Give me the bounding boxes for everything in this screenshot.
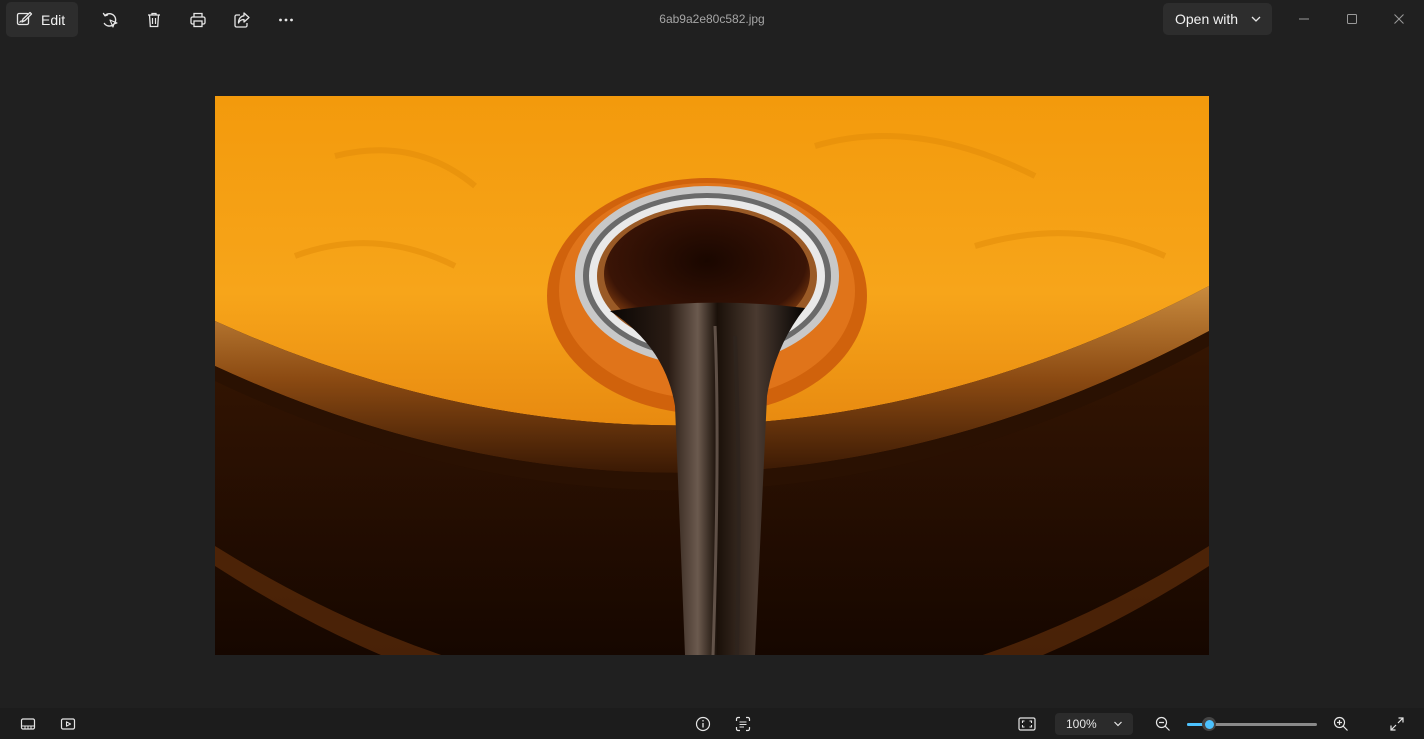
- info-icon: [695, 716, 711, 732]
- print-button[interactable]: [182, 4, 214, 36]
- photo-display[interactable]: [215, 96, 1209, 655]
- open-with-button[interactable]: Open with: [1163, 3, 1272, 35]
- fullscreen-icon: [1390, 717, 1404, 731]
- scan-text-button[interactable]: [729, 711, 757, 737]
- fullscreen-button[interactable]: [1383, 711, 1411, 737]
- zoom-level-dropdown[interactable]: 100%: [1055, 713, 1133, 735]
- zoom-slider-thumb[interactable]: [1202, 717, 1217, 731]
- edit-icon: [16, 11, 33, 26]
- close-button[interactable]: [1376, 0, 1422, 38]
- slideshow-icon: [60, 718, 76, 730]
- edit-button[interactable]: Edit: [6, 2, 78, 37]
- share-icon: [234, 12, 250, 28]
- slideshow-button[interactable]: [54, 711, 82, 737]
- filmstrip-button[interactable]: [14, 711, 42, 737]
- maximize-icon: [1347, 14, 1357, 24]
- zoom-in-button[interactable]: [1327, 711, 1355, 737]
- filmstrip-icon: [20, 718, 36, 730]
- zoom-out-button[interactable]: [1149, 711, 1177, 737]
- print-icon: [190, 12, 206, 28]
- fit-to-window-button[interactable]: [1013, 711, 1041, 737]
- maximize-button[interactable]: [1329, 0, 1375, 38]
- chevron-down-icon: [1114, 721, 1122, 727]
- oil-barrel-image: [215, 96, 1209, 655]
- more-icon: [279, 18, 293, 22]
- share-button[interactable]: [226, 4, 258, 36]
- title-bar: Edit 6ab9a2e80c582.jpg Open with: [0, 0, 1424, 40]
- scan-text-icon: [735, 716, 751, 732]
- zoom-out-icon: [1155, 716, 1170, 731]
- close-icon: [1394, 14, 1404, 24]
- more-options-button[interactable]: [270, 4, 302, 36]
- minimize-button[interactable]: [1281, 0, 1327, 38]
- status-bar: 100%: [0, 708, 1424, 739]
- delete-button[interactable]: [138, 4, 170, 36]
- edit-label: Edit: [41, 11, 66, 28]
- rotate-button[interactable]: [94, 4, 126, 36]
- trash-icon: [148, 12, 160, 28]
- open-with-label: Open with: [1175, 11, 1239, 27]
- file-info-button[interactable]: [689, 711, 717, 737]
- zoom-slider[interactable]: [1187, 717, 1317, 731]
- minimize-icon: [1299, 18, 1309, 20]
- zoom-in-icon: [1333, 716, 1348, 731]
- rotate-icon: [102, 12, 118, 28]
- chevron-down-icon: [1251, 16, 1261, 22]
- fit-to-window-icon: [1018, 717, 1036, 731]
- zoom-level-value: 100%: [1066, 717, 1097, 731]
